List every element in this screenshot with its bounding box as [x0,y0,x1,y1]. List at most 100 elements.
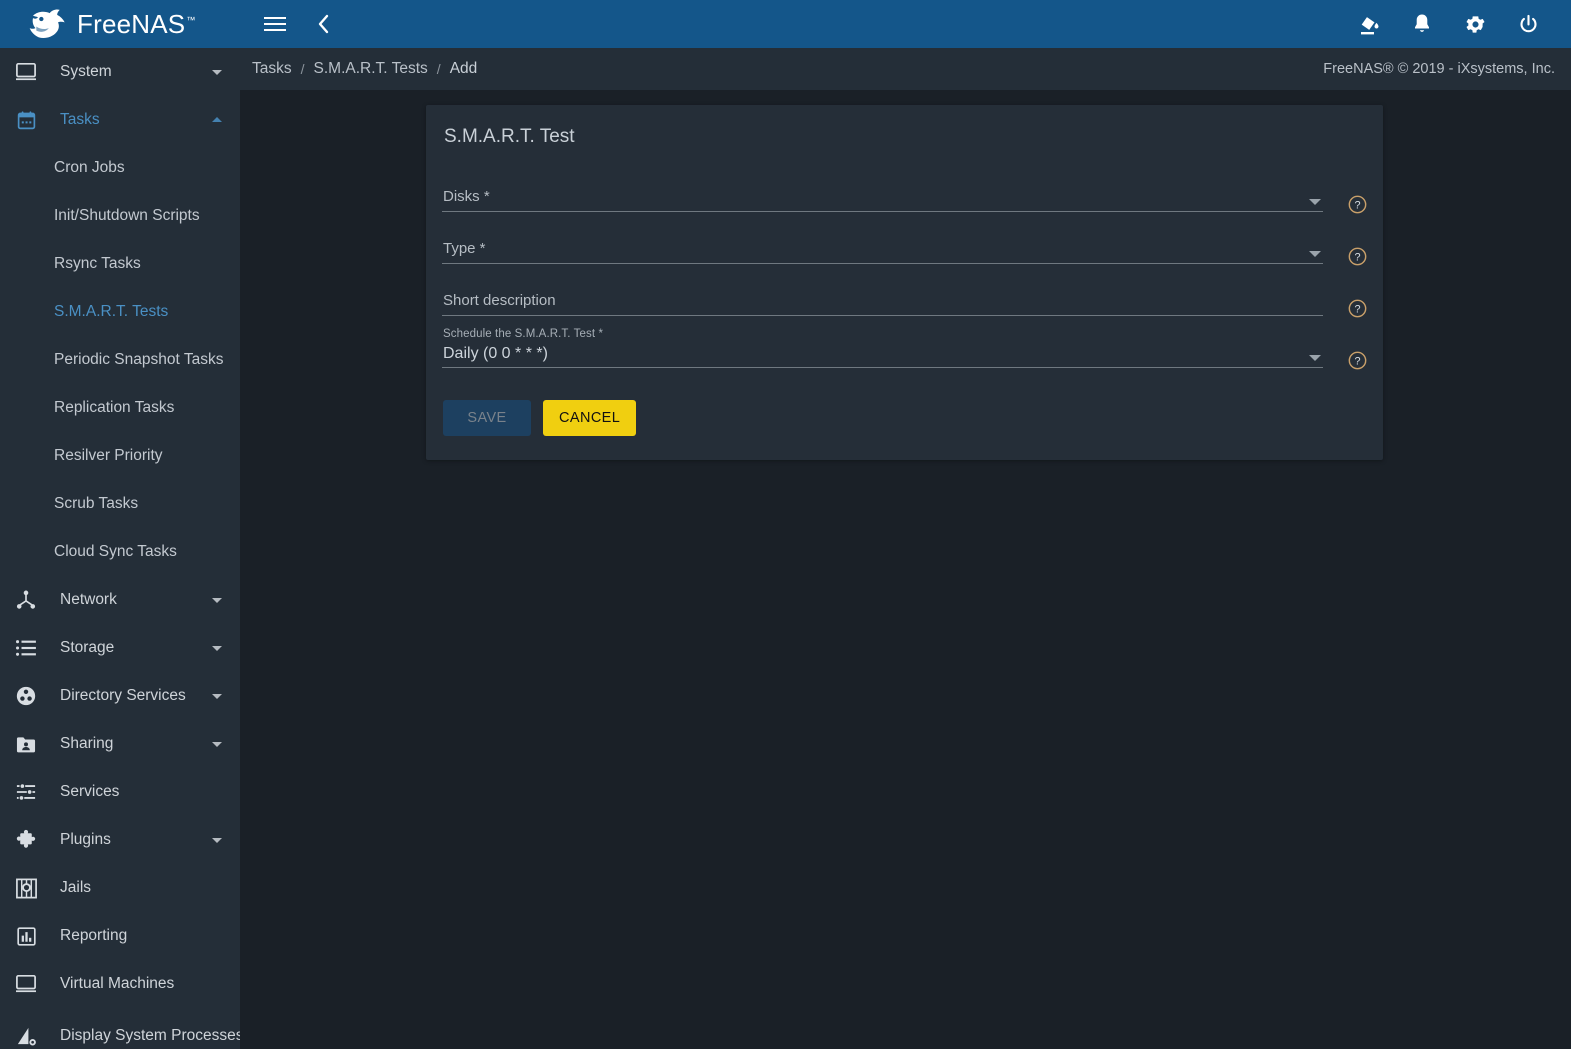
chevron-down-icon[interactable] [210,65,224,79]
svg-text:?: ? [1354,304,1360,316]
notifications-bell-icon[interactable] [1407,9,1437,39]
help-circle-icon[interactable]: ? [1348,195,1367,214]
tasks-submenu: Cron Jobs Init/Shutdown Scripts Rsync Ta… [0,144,240,576]
brand-name: FreeNAS™ [77,8,196,39]
short-description-input[interactable]: Short description [442,276,1323,328]
sidebar-item-sharing[interactable]: Sharing [0,720,240,768]
sidebar-subitem-rsync-tasks[interactable]: Rsync Tasks [0,240,240,288]
sidebar-item-storage[interactable]: Storage [0,624,240,672]
sidebar-subitem-cron-jobs[interactable]: Cron Jobs [0,144,240,192]
sidebar-subitem-resilver-priority[interactable]: Resilver Priority [0,432,240,480]
schedule-label: Schedule the S.M.A.R.T. Test * [443,328,604,340]
topbar-actions [1354,9,1571,39]
help-circle-icon[interactable]: ? [1348,247,1367,266]
breadcrumb-item-tasks[interactable]: Tasks [252,60,292,78]
sidebar-item-label: Tasks [60,111,100,129]
theme-paint-bucket-icon[interactable] [1354,9,1384,39]
sidebar-item-display-system-processes[interactable]: Display System Processes [0,1008,240,1049]
sidebar-item-virtual-machines[interactable]: Virtual Machines [0,960,240,1008]
type-label: Type * [443,240,486,257]
sidebar-subitem-label: Resilver Priority [54,447,163,464]
chevron-down-icon[interactable] [210,689,224,703]
brand-logo-area[interactable]: FreeNAS™ [0,0,240,48]
power-icon[interactable] [1513,9,1543,39]
chevron-up-icon[interactable] [210,113,224,127]
sidebar-subitem-cloud-sync-tasks[interactable]: Cloud Sync Tasks [0,528,240,576]
sidebar-item-label: Jails [60,879,92,897]
type-field-row: Type * ? [442,224,1367,276]
chevron-down-icon[interactable] [1309,251,1321,257]
sidebar-subitem-label: Rsync Tasks [54,255,141,272]
form-title: S.M.A.R.T. Test [444,126,575,147]
sidebar-subitem-scrub-tasks[interactable]: Scrub Tasks [0,480,240,528]
sidebar-item-label: Storage [60,639,115,657]
breadcrumb-separator: / [436,61,441,77]
chevron-down-icon[interactable] [210,833,224,847]
chevron-down-icon[interactable] [210,641,224,655]
svg-text:?: ? [1354,200,1360,212]
schedule-value: Daily (0 0 * * *) [443,345,548,362]
sidebar-subitem-replication-tasks[interactable]: Replication Tasks [0,384,240,432]
copyright-text: FreeNAS® © 2019 - iXsystems, Inc. [1323,61,1555,77]
help-circle-icon[interactable]: ? [1348,299,1367,318]
form-actions: SAVE CANCEL [442,400,1367,436]
top-app-bar: FreeNAS™ [0,0,1571,48]
disks-field-row: Disks * ? [442,172,1367,224]
svg-text:?: ? [1354,252,1360,264]
settings-gear-icon[interactable] [1460,9,1490,39]
sidebar-item-label: Network [60,591,117,609]
sidebar-item-label: Display System Processes [60,1027,240,1045]
services-sliders-icon [10,779,42,805]
sidebar-item-tasks[interactable]: Tasks [0,96,240,144]
schedule-field-row: Schedule the S.M.A.R.T. Test * Daily (0 … [442,328,1367,380]
freenas-fish-logo-icon [29,9,65,38]
sidebar-subitem-smart-tests[interactable]: S.M.A.R.T. Tests [0,288,240,336]
display-system-processes-icon [10,1023,42,1049]
help-circle-icon[interactable]: ? [1348,351,1367,370]
jails-icon [10,875,42,901]
main-content: S.M.A.R.T. Test Disks * ? Type * ? Short… [240,90,1571,1049]
schedule-select[interactable]: Schedule the S.M.A.R.T. Test * Daily (0 … [442,328,1323,380]
sidebar-item-jails[interactable]: Jails [0,864,240,912]
field-underline [442,315,1323,316]
breadcrumb-item-smart-tests[interactable]: S.M.A.R.T. Tests [314,60,428,78]
sidebar-subitem-label: Scrub Tasks [54,495,139,512]
chevron-left-icon[interactable] [308,9,338,39]
sidebar-item-label: Reporting [60,927,128,945]
brand-trademark: ™ [186,14,196,25]
chevron-down-icon[interactable] [1309,199,1321,205]
sidebar-subitem-init-shutdown-scripts[interactable]: Init/Shutdown Scripts [0,192,240,240]
sidebar-item-system[interactable]: System [0,48,240,96]
sidebar-subitem-label: Replication Tasks [54,399,175,416]
plugins-puzzle-icon [10,827,42,853]
directory-services-icon [10,683,42,709]
svg-text:?: ? [1354,356,1360,368]
breadcrumb-bar: Tasks / S.M.A.R.T. Tests / Add FreeNAS® … [240,48,1571,90]
sidebar-item-services[interactable]: Services [0,768,240,816]
sharing-folder-icon [10,731,42,757]
field-underline [442,367,1323,368]
sidebar-item-reporting[interactable]: Reporting [0,912,240,960]
sidebar-item-network[interactable]: Network [0,576,240,624]
short-description-label: Short description [443,292,556,309]
hamburger-menu-icon[interactable] [260,9,290,39]
sidebar-item-directory-services[interactable]: Directory Services [0,672,240,720]
sidebar-item-label: Virtual Machines [60,975,175,993]
sidebar-item-label: System [60,63,112,81]
sidebar-item-plugins[interactable]: Plugins [0,816,240,864]
sidebar-item-label: Sharing [60,735,114,753]
chevron-down-icon[interactable] [210,593,224,607]
sidebar-subitem-label: Periodic Snapshot Tasks [54,351,224,368]
sidebar-subitem-periodic-snapshot-tasks[interactable]: Periodic Snapshot Tasks [0,336,240,384]
save-button[interactable]: SAVE [443,400,531,436]
sidebar-subitem-label: Cron Jobs [54,159,125,176]
disks-select[interactable]: Disks * [442,172,1323,224]
sidebar-subitem-label: S.M.A.R.T. Tests [54,303,169,320]
chevron-down-icon[interactable] [1309,355,1321,361]
monitor-icon [10,59,42,85]
type-select[interactable]: Type * [442,224,1323,276]
cancel-button[interactable]: CANCEL [543,400,637,436]
sidebar-item-label: Plugins [60,831,111,849]
main-sidebar: System Tasks Cron Jobs Init/Shutdown Scr… [0,48,240,1049]
chevron-down-icon[interactable] [210,737,224,751]
